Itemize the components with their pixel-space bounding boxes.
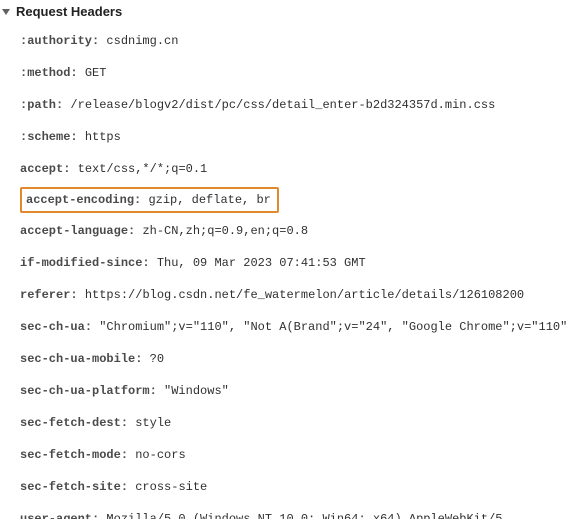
colon: : [70,288,77,302]
colon: : [70,130,77,144]
header-row-user-agent: user-agent: Mozilla/5.0 (Windows NT 10.0… [20,503,568,519]
header-key: sec-ch-ua [20,320,85,334]
header-value: https://blog.csdn.net/fe_watermelon/arti… [85,288,524,302]
headers-list: :authority: csdnimg.cn :method: GET :pat… [0,25,574,525]
header-key: user-agent [20,512,92,519]
section-header[interactable]: Request Headers [0,0,574,25]
header-key: :path [20,98,56,112]
header-value: GET [85,66,107,80]
header-key: sec-ch-ua-platform [20,384,150,398]
colon: : [128,224,135,238]
header-row-if-modified-since: if-modified-since: Thu, 09 Mar 2023 07:4… [20,247,568,279]
colon: : [70,66,77,80]
header-value: "Chromium";v="110", "Not A(Brand";v="24"… [99,320,567,334]
header-key: :method [20,66,70,80]
header-row-sec-fetch-dest: sec-fetch-dest: style [20,407,568,439]
colon: : [85,320,92,334]
header-row-accept: accept: text/css,*/*;q=0.1 [20,153,568,185]
header-row-path: :path: /release/blogv2/dist/pc/css/detai… [20,89,568,121]
header-key: accept-encoding [26,193,134,207]
colon: : [135,352,142,366]
header-value: zh-CN,zh;q=0.9,en;q=0.8 [142,224,308,238]
header-row-sec-ch-ua-mobile: sec-ch-ua-mobile: ?0 [20,343,568,375]
header-row-sec-fetch-mode: sec-fetch-mode: no-cors [20,439,568,471]
header-key: :scheme [20,130,70,144]
colon: : [92,34,99,48]
header-row-method: :method: GET [20,57,568,89]
header-value: style [135,416,171,430]
header-key: if-modified-since [20,256,142,270]
header-value: Thu, 09 Mar 2023 07:41:53 GMT [157,256,366,270]
header-value: /release/blogv2/dist/pc/css/detail_enter… [70,98,495,112]
section-title: Request Headers [16,4,122,19]
header-key: :authority [20,34,92,48]
header-key: sec-ch-ua-mobile [20,352,135,366]
colon: : [121,448,128,462]
header-value: Mozilla/5.0 (Windows NT 10.0; Win64; x64… [106,512,502,519]
highlight-box: accept-encoding: gzip, deflate, br [20,187,279,213]
header-row-sec-ch-ua: sec-ch-ua: "Chromium";v="110", "Not A(Br… [20,311,568,343]
header-value: text/css,*/*;q=0.1 [78,162,208,176]
header-value: cross-site [135,480,207,494]
header-row-sec-ch-ua-platform: sec-ch-ua-platform: "Windows" [20,375,568,407]
header-row-accept-language: accept-language: zh-CN,zh;q=0.9,en;q=0.8 [20,215,568,247]
header-row-authority: :authority: csdnimg.cn [20,25,568,57]
colon: : [142,256,149,270]
header-row-scheme: :scheme: https [20,121,568,153]
colon: : [150,384,157,398]
header-row-accept-encoding: accept-encoding: gzip, deflate, br [20,185,568,215]
header-value: gzip, deflate, br [148,193,270,207]
header-key: sec-fetch-mode [20,448,121,462]
header-value: https [85,130,121,144]
header-key: referer [20,288,70,302]
header-value: "Windows" [164,384,229,398]
colon: : [56,98,63,112]
header-row-sec-fetch-site: sec-fetch-site: cross-site [20,471,568,503]
header-key: sec-fetch-site [20,480,121,494]
colon: : [92,512,99,519]
header-value: ?0 [150,352,164,366]
header-key: sec-fetch-dest [20,416,121,430]
chevron-down-icon [2,9,10,15]
header-value: csdnimg.cn [106,34,178,48]
colon: : [121,480,128,494]
header-value: no-cors [135,448,185,462]
header-key: accept-language [20,224,128,238]
header-key: accept [20,162,63,176]
colon: : [134,193,141,207]
colon: : [121,416,128,430]
colon: : [63,162,70,176]
header-row-referer: referer: https://blog.csdn.net/fe_waterm… [20,279,568,311]
